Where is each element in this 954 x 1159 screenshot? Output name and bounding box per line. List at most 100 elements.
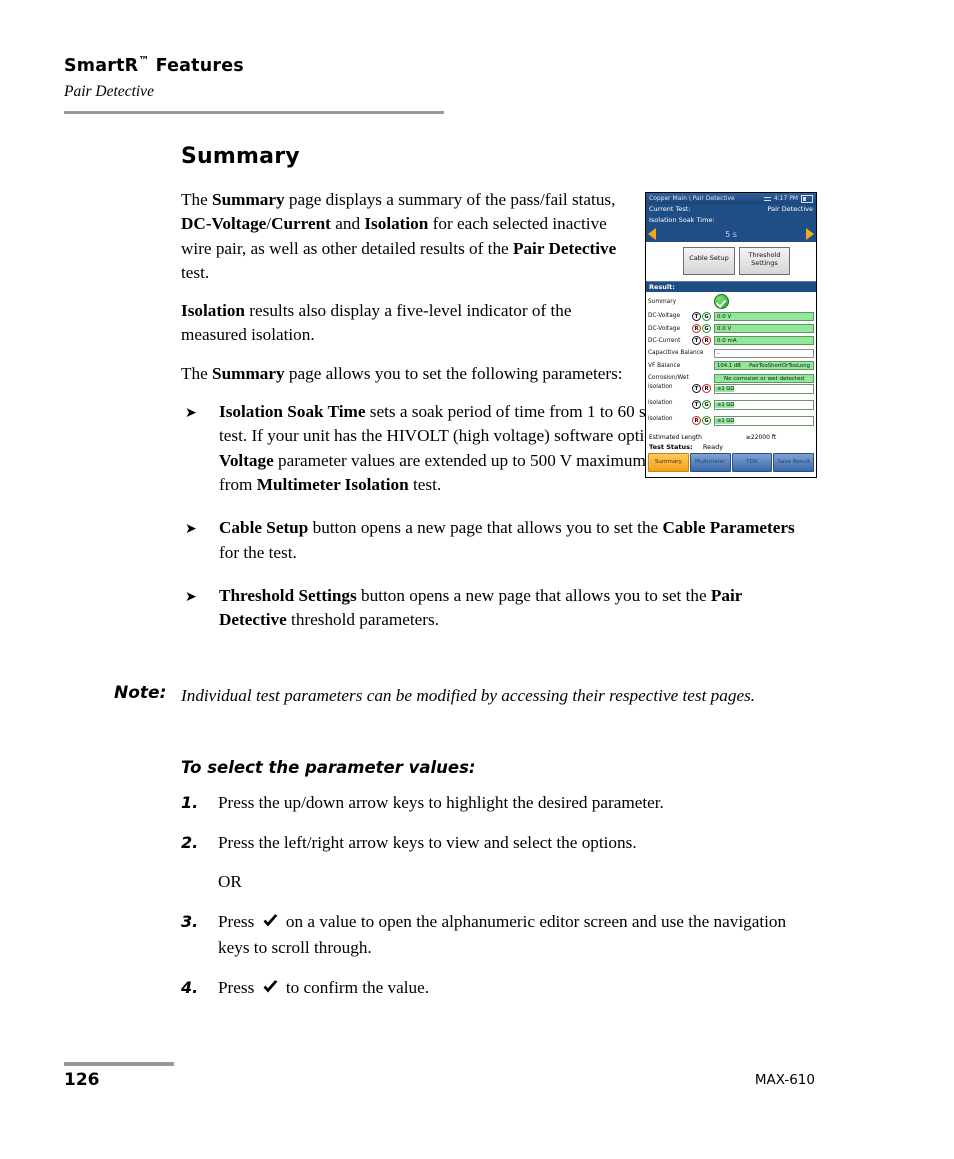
tab-save-result[interactable]: Save Result: [773, 453, 814, 473]
row-value: 0.0 V: [714, 324, 814, 334]
bullet-term: Isolation Soak Time: [219, 402, 366, 422]
running-head-title-rest: Features: [149, 55, 244, 76]
running-head-title-main: SmartR: [64, 55, 139, 76]
badge-tip: T: [692, 336, 701, 346]
arrow-left-icon[interactable]: [648, 228, 656, 240]
badge-ground: G: [702, 416, 711, 426]
running-head-title: SmartR™ Features: [64, 54, 446, 76]
estimated-length-row: Estimated Length ≥22000 ft: [646, 432, 816, 441]
row-label-vf-balance: VF Balance: [648, 362, 681, 369]
device-current-test-row: Current Test: Pair Detective: [646, 204, 816, 215]
text-run: The: [181, 363, 213, 383]
procedure-step-4: 4. Press to confirm the value.: [181, 976, 821, 1003]
pass-check-icon: [714, 294, 729, 309]
tab-multimeter[interactable]: Multimeter: [689, 453, 731, 473]
row-badges: R G: [692, 416, 714, 426]
row-label-isolation: Isolation: [648, 384, 673, 391]
row-label-corrosion-wet: Corrosion/Wet: [648, 375, 689, 382]
step-number: 4.: [181, 977, 199, 997]
badge-ground: G: [702, 311, 711, 321]
running-head: SmartR™ Features Pair Detective: [64, 54, 446, 114]
footer-model: MAX-610: [754, 1072, 815, 1088]
text-run: for the test.: [219, 542, 297, 562]
arrow-right-icon[interactable]: [806, 228, 814, 240]
badge-ring: R: [702, 384, 711, 394]
note-label: Note:: [114, 683, 167, 703]
isolation-indicator: ≥1 GΩ: [714, 416, 814, 427]
step-text-post: on a value to open the alphanumeric edit…: [218, 911, 787, 958]
paragraph-3: The Summary page allows you to set the f…: [181, 362, 641, 386]
badge-ground: G: [702, 324, 711, 334]
row-label-isolation: Isolation: [648, 400, 673, 407]
note-block: Note: Individual test parameters can be …: [114, 683, 814, 708]
text-run: page displays a summary of the pass/fail…: [284, 190, 616, 209]
threshold-settings-button[interactable]: Threshold Settings: [739, 247, 790, 275]
bullet-marker-icon: ➤: [185, 521, 197, 538]
table-row: VF Balance 104.1 dB PairTooShortOrTooLong: [648, 360, 814, 372]
vf-balance-value: 104.1 dB: [717, 363, 741, 370]
current-test-value: Pair Detective: [767, 205, 813, 213]
procedure-title: To select the parameter values:: [181, 758, 476, 777]
device-clock: 4:17 PM: [773, 195, 798, 202]
test-status-label: Test Status:: [649, 443, 693, 452]
procedure-step-3: 3. Press on a value to open the alphanum…: [181, 910, 821, 961]
network-icon: [763, 196, 771, 202]
step-number: 2.: [181, 832, 199, 852]
step-text: Press the up/down arrow keys to highligh…: [218, 793, 664, 812]
device-tab-bar: Summary Multimeter TDR Save Result: [646, 453, 816, 474]
table-row: Isolation T G ≥1 GΩ: [648, 400, 814, 416]
emphasis-dc-voltage: DC-Voltage: [181, 214, 267, 234]
step-text: Press the left/right arrow keys to view …: [218, 832, 637, 852]
bullet-term: Cable Setup: [219, 518, 309, 538]
step-text-post: to confirm the value.: [281, 977, 430, 997]
emphasis-pair-detective: Pair Detective: [512, 238, 617, 258]
estimated-length-value: ≥22000 ft: [745, 434, 777, 442]
checkmark-key-icon: [262, 978, 279, 1003]
text-run: The: [181, 190, 213, 209]
paragraph-1: The Summary page displays a summary of t…: [181, 188, 641, 285]
page-number: 126: [64, 1070, 100, 1090]
step-text-pre: Press: [218, 977, 259, 997]
row-label-dc-voltage: DC-Voltage: [648, 325, 681, 332]
step-number: 1.: [181, 793, 199, 812]
text-run: test.: [408, 474, 442, 494]
badge-ring: R: [692, 324, 701, 334]
table-row: DC-Voltage R G 0.0 V: [648, 322, 814, 334]
bullet-item-threshold-settings: ➤ Threshold Settings button opens a new …: [181, 584, 814, 633]
badge-ring: R: [692, 416, 701, 426]
device-breadcrumb: Copper Main \ Pair Detective: [649, 195, 735, 202]
badge-tip: T: [692, 384, 701, 394]
row-label-capacitive-balance: Capacitive Balance: [648, 350, 704, 357]
emphasis-summary: Summary: [212, 363, 285, 383]
threshold-settings-line2: Settings: [751, 259, 778, 267]
isolation-indicator: ≥1 GΩ: [714, 400, 814, 411]
text-run: page allows you to set the following par…: [284, 363, 623, 383]
row-badges: T R: [692, 336, 714, 346]
test-status-value: Ready: [702, 443, 724, 452]
text-run: threshold parameters.: [286, 610, 439, 630]
badge-tip: T: [692, 400, 701, 410]
row-value: 104.1 dB PairTooShortOrTooLong: [714, 361, 814, 371]
tab-summary[interactable]: Summary: [648, 453, 689, 473]
step-text: OR: [218, 872, 242, 891]
emphasis-multimeter-isolation: Multimeter Isolation: [256, 474, 409, 494]
text-run: and: [330, 214, 365, 234]
bullet-marker-icon: ➤: [185, 405, 197, 422]
table-row: Isolation T R ≥1 GΩ: [648, 384, 814, 400]
note-text: Individual test parameters can be modifi…: [181, 686, 756, 705]
cable-setup-button[interactable]: Cable Setup: [683, 247, 735, 275]
row-value: ≥1 GΩ: [715, 386, 735, 393]
device-button-area: Cable Setup Threshold Settings: [646, 242, 816, 282]
isolation-soak-time-label: Isolation Soak Time:: [649, 216, 715, 224]
row-badges: T R: [692, 384, 714, 394]
page-title: Summary: [181, 144, 300, 169]
bullet-marker-icon: ➤: [185, 588, 197, 605]
bullet-term: Threshold Settings: [219, 585, 357, 605]
emphasis-current: Current: [271, 214, 331, 234]
trademark-symbol: ™: [138, 54, 150, 67]
device-soak-label-row: Isolation Soak Time:: [646, 215, 816, 226]
device-screenshot: Copper Main \ Pair Detective 4:17 PM Cur…: [645, 192, 817, 478]
tab-tdr[interactable]: TDR: [731, 453, 773, 473]
isolation-soak-time-value[interactable]: 5 s: [656, 230, 806, 239]
badge-ground: G: [702, 400, 711, 410]
